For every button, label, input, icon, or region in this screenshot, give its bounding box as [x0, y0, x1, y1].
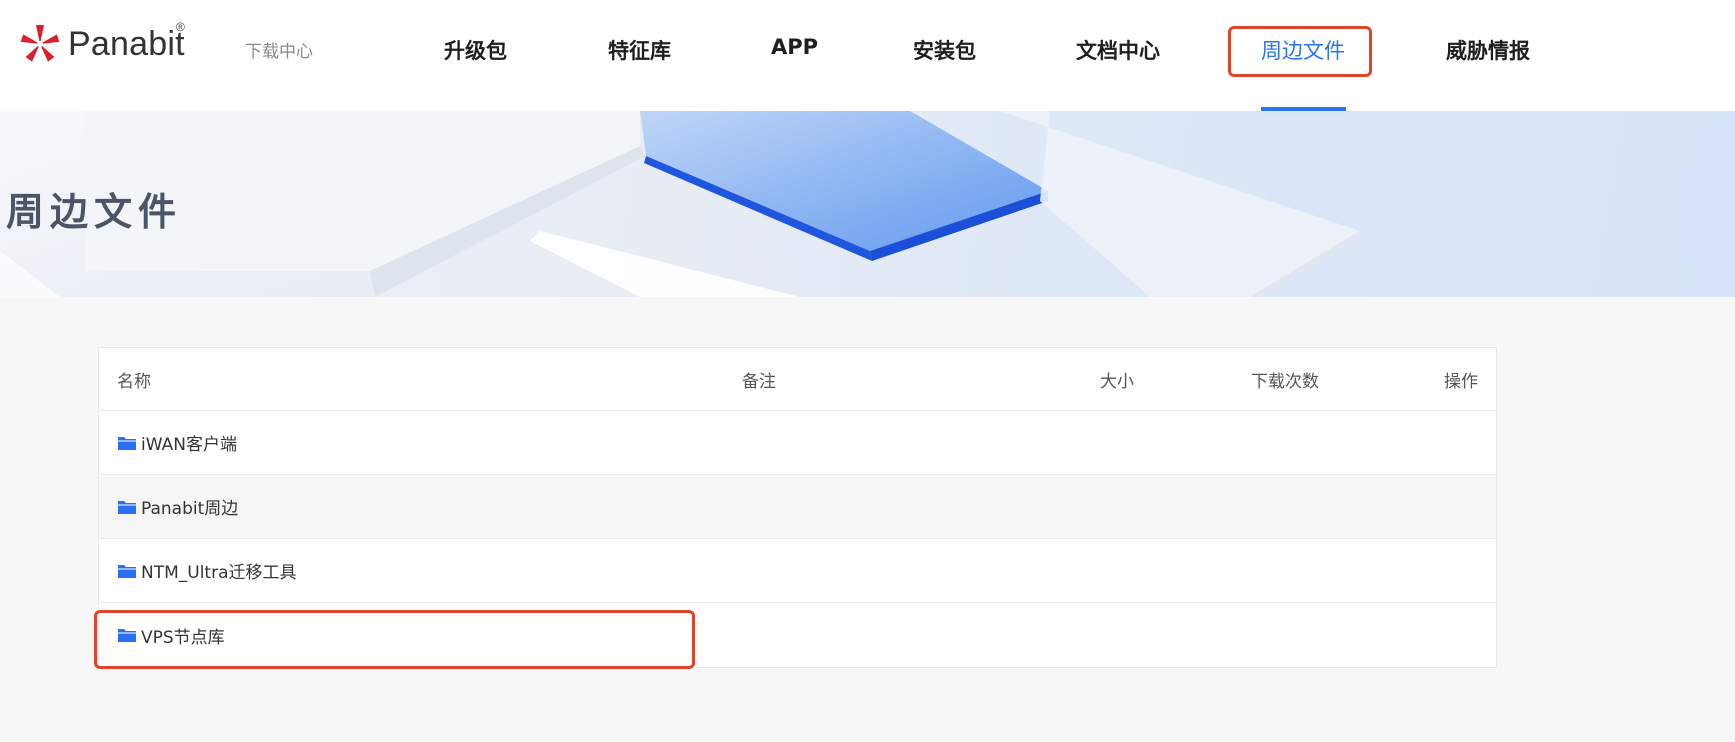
nav-document-center[interactable]: 文档中心 [1076, 35, 1160, 65]
nav-upgrade-package[interactable]: 升级包 [444, 35, 507, 65]
main-nav: 升级包 特征库 APP 安装包 文档中心 周边文件 威胁情报 [0, 0, 1735, 111]
column-header-remark: 备注 [742, 371, 776, 392]
folder-name[interactable]: Panabit周边 [141, 494, 238, 519]
table-row[interactable]: iWAN客户端 [99, 411, 1496, 475]
folder-name[interactable]: NTM_Ultra迁移工具 [141, 558, 297, 583]
folder-name[interactable]: iWAN客户端 [141, 430, 237, 455]
top-header: Panabit ® 下载中心 升级包 特征库 APP 安装包 文档中心 周边文件… [0, 0, 1735, 111]
folder-icon [118, 436, 136, 450]
nav-threat-intel[interactable]: 威胁情报 [1446, 35, 1530, 65]
column-header-action: 操作 [1444, 371, 1478, 392]
table-header-row: 名称 备注 大小 下载次数 操作 [99, 348, 1496, 411]
folder-link[interactable]: Panabit周边 [117, 475, 238, 538]
nav-highlight-annotation [1228, 26, 1372, 77]
folder-link[interactable]: iWAN客户端 [117, 411, 237, 474]
banner-illustration [0, 111, 1362, 297]
page-banner: 周边文件 [0, 111, 1735, 297]
folder-icon [118, 564, 136, 578]
column-header-name: 名称 [117, 371, 151, 392]
table-row[interactable]: Panabit周边 [99, 475, 1496, 539]
row-highlight-annotation [94, 610, 695, 669]
folder-link[interactable]: NTM_Ultra迁移工具 [117, 539, 297, 602]
nav-install-package[interactable]: 安装包 [913, 35, 976, 65]
page-title: 周边文件 [6, 190, 183, 234]
nav-app[interactable]: APP [771, 35, 818, 59]
table-row[interactable]: NTM_Ultra迁移工具 [99, 539, 1496, 603]
column-header-downloads: 下载次数 [1251, 371, 1319, 392]
folder-icon [118, 500, 136, 514]
nav-signature-library[interactable]: 特征库 [608, 35, 671, 65]
column-header-size: 大小 [1100, 371, 1134, 392]
